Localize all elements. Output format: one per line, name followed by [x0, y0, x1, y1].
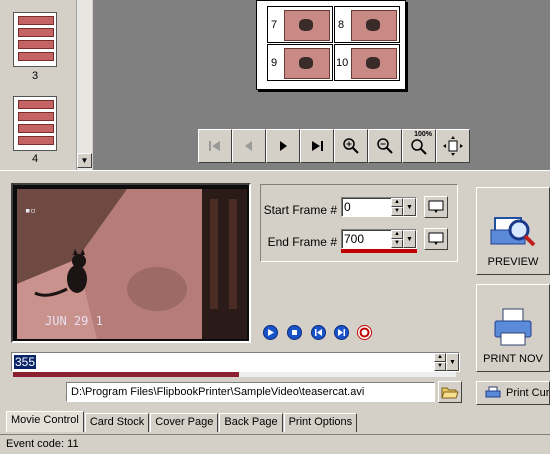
spin-up-button[interactable]: ▲ [434, 353, 446, 362]
spin-down-button[interactable]: ▼ [434, 362, 446, 371]
end-frame-label: End Frame # [267, 235, 337, 249]
fast-forward-button[interactable] [334, 325, 349, 340]
thumbnail-card-4[interactable] [13, 96, 57, 151]
video-image: ▪▫ JUN 29 1 [17, 189, 247, 339]
page-nav-toolbar: 100% [198, 129, 470, 163]
frame-number: 10 [336, 57, 349, 69]
preview-cell: 10 [334, 44, 400, 81]
position-value[interactable]: 355 [14, 355, 37, 369]
next-icon [280, 141, 287, 151]
set-end-frame-button[interactable] [424, 228, 448, 250]
thumbnail-label: 4 [31, 153, 39, 165]
set-start-frame-button[interactable] [424, 196, 448, 218]
playback-progress-fill [13, 372, 239, 377]
tab-back-page[interactable]: Back Page [219, 413, 283, 432]
thumbnail-label: 3 [31, 70, 39, 82]
tab-bar: Movie Control Card Stock Cover Page Back… [6, 411, 358, 432]
start-frame-label: Start Frame # [263, 203, 337, 217]
spin-up-button[interactable]: ▲ [391, 198, 403, 207]
video-timestamp: JUN 29 1 [45, 314, 103, 328]
zoom-out-icon [377, 138, 393, 154]
zoom-100-badge: 100% [414, 131, 432, 138]
preview-cell: 9 [267, 44, 333, 81]
tab-cover-page[interactable]: Cover Page [150, 413, 219, 432]
print-now-label: PRINT NOV [483, 353, 543, 365]
frame-image [284, 48, 330, 79]
status-bar: Event code: 11 [0, 434, 550, 454]
frame-number: 9 [271, 57, 278, 69]
preview-label: PREVIEW [487, 256, 539, 268]
preview-icon [490, 217, 536, 247]
prev-page-button[interactable] [232, 129, 266, 163]
frame-range-panel: Start Frame # 0 ▲ ▼ ▼ End Frame # 700 ▲ ▼ … [260, 184, 458, 262]
small-printer-icon [485, 386, 501, 398]
end-frame-indicator [341, 249, 417, 253]
last-icon [312, 141, 323, 151]
fit-page-button[interactable] [436, 129, 470, 163]
next-page-button[interactable] [266, 129, 300, 163]
rewind-button[interactable] [311, 325, 326, 340]
stop-button[interactable] [287, 325, 302, 340]
frame-number: 7 [271, 19, 278, 31]
svg-text:▪▫: ▪▫ [25, 206, 36, 216]
end-frame-dropdown-button[interactable]: ▼ [403, 230, 416, 248]
video-file-path-field[interactable]: D:\Program Files\FlipbookPrinter\SampleV… [66, 382, 435, 402]
preview-button[interactable]: PREVIEW [476, 187, 550, 275]
end-frame-value[interactable]: 700 [342, 230, 391, 248]
scroll-down-button[interactable]: ▼ [77, 153, 92, 168]
play-button[interactable] [263, 325, 278, 340]
open-folder-icon [441, 387, 459, 399]
first-page-button[interactable] [198, 129, 232, 163]
fit-page-icon [443, 136, 463, 156]
browse-file-button[interactable] [438, 381, 462, 403]
printer-icon [494, 308, 532, 346]
preview-cell: 8 [334, 6, 400, 43]
start-frame-dropdown-button[interactable]: ▼ [403, 198, 416, 216]
frame-image [351, 10, 397, 41]
end-frame-spinner[interactable]: 700 ▲ ▼ ▼ [341, 229, 417, 249]
frame-image [351, 48, 397, 79]
start-frame-value[interactable]: 0 [342, 198, 391, 216]
position-combo[interactable]: 355 ▲ ▼ ▼ [11, 352, 460, 372]
last-page-button[interactable] [300, 129, 334, 163]
zoom-in-icon [343, 138, 359, 154]
fast-forward-icon [338, 329, 345, 336]
thumbnail-strip: 3 4 [0, 0, 76, 170]
thumbnail-scrollbar[interactable]: ▼ [76, 0, 92, 170]
print-current-button[interactable]: Print Curr [476, 381, 550, 405]
record-icon [359, 327, 370, 338]
start-frame-spinner[interactable]: 0 ▲ ▼ ▼ [341, 197, 417, 217]
play-icon [268, 329, 274, 336]
print-now-button[interactable]: PRINT NOV [476, 284, 550, 372]
zoom-out-button[interactable] [368, 129, 402, 163]
print-current-label: Print Curr [506, 387, 550, 399]
set-frame-icon [428, 232, 444, 245]
zoom-100-icon [411, 139, 427, 155]
video-frame: ▪▫ JUN 29 1 [17, 189, 247, 339]
first-icon [209, 141, 220, 151]
set-frame-icon [428, 200, 444, 213]
preview-page: 7 8 9 10 [256, 0, 406, 90]
tab-print-options[interactable]: Print Options [283, 413, 358, 432]
rewind-icon [315, 329, 322, 336]
tab-movie-control[interactable]: Movie Control [6, 411, 84, 432]
prev-icon [245, 141, 252, 151]
position-dropdown-button[interactable]: ▼ [446, 353, 459, 371]
spin-down-button[interactable]: ▼ [391, 239, 403, 248]
spin-down-button[interactable]: ▼ [391, 207, 403, 216]
thumbnail-card-3[interactable] [13, 12, 57, 67]
zoom-100-button[interactable]: 100% [402, 129, 436, 163]
tab-card-stock[interactable]: Card Stock [84, 413, 150, 432]
playback-progress[interactable] [13, 372, 456, 377]
frame-image [284, 10, 330, 41]
preview-cell: 7 [267, 6, 333, 43]
stop-icon [292, 330, 297, 335]
video-preview: ▪▫ JUN 29 1 [11, 183, 251, 343]
spin-up-button[interactable]: ▲ [391, 230, 403, 239]
zoom-in-button[interactable] [334, 129, 368, 163]
frame-number: 8 [338, 19, 345, 31]
record-button[interactable] [357, 325, 372, 340]
